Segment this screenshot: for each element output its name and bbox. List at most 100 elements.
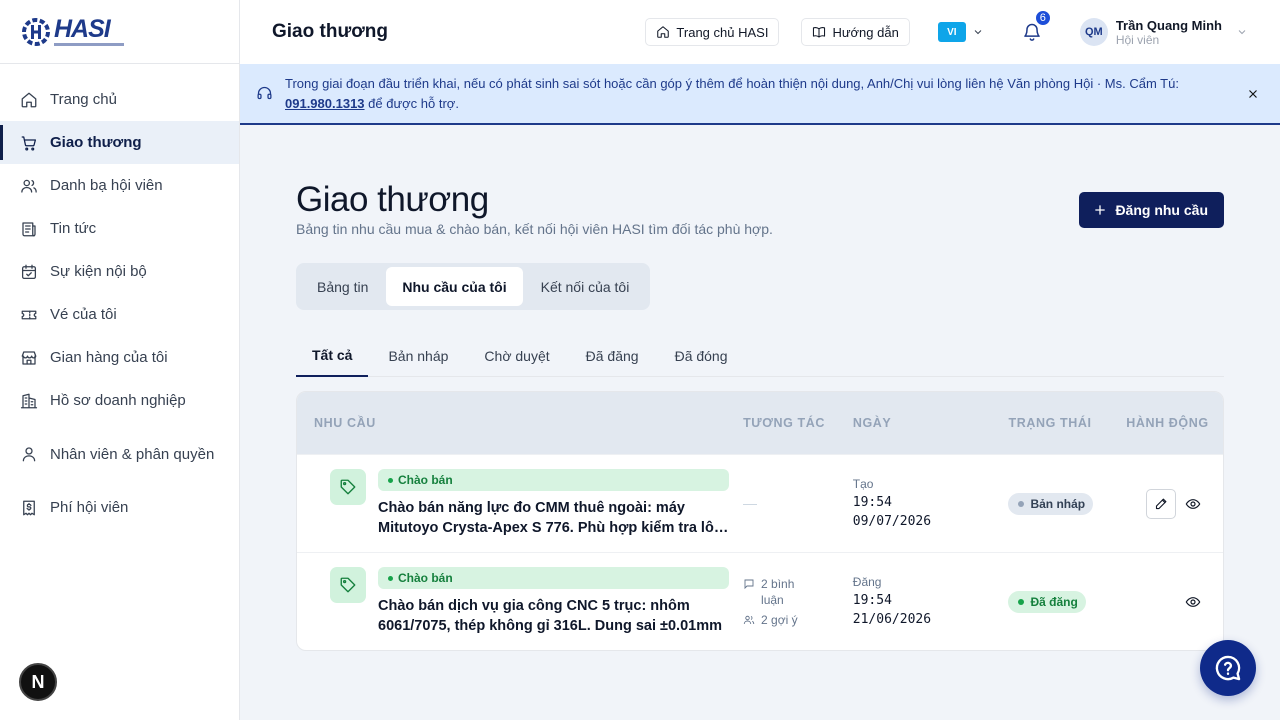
support-phone-link[interactable]: 091.980.1313 — [285, 96, 365, 111]
sidebar-item-news[interactable]: Tin tức — [0, 207, 239, 250]
users-icon — [21, 179, 37, 193]
eye-icon — [1185, 596, 1201, 607]
home-icon — [21, 92, 37, 107]
suggestions-count: 2 gợi ý — [743, 612, 853, 628]
sidebar-item-label: Tin tức — [50, 220, 97, 237]
table-row[interactable]: Chào bán Chào bán năng lực đo CMM thuê n… — [297, 454, 1223, 552]
notification-count-badge: 6 — [1033, 9, 1052, 27]
book-icon — [813, 27, 826, 38]
column-header-demand: Nhu cầu — [314, 416, 376, 430]
n-app-badge[interactable]: N — [19, 663, 57, 701]
hasi-logo[interactable]: HASI — [22, 14, 124, 46]
support-banner: Trong giai đoạn đầu triển khai, nếu có p… — [240, 64, 1280, 125]
time-value: 19:54 — [852, 593, 892, 608]
demand-title[interactable]: Chào bán dịch vụ gia công CNC 5 trục: nh… — [378, 596, 729, 636]
logo-text: HASI — [54, 14, 111, 43]
help-chat-icon — [1215, 655, 1241, 681]
sidebar-item-member-directory[interactable]: Danh bạ hội viên — [0, 164, 239, 207]
sidebar-item-my-store[interactable]: Gian hàng của tôi — [0, 336, 239, 379]
sidebar: HASI Trang chủ Giao thương Danh bạ hội v… — [0, 0, 240, 720]
sidebar-item-label: Hồ sơ doanh nghiệp — [50, 392, 186, 409]
demands-table: Nhu cầu Tương tác Ngày Trạng thái Hành đ… — [296, 391, 1224, 651]
sidebar-item-label: Trang chủ — [50, 91, 117, 108]
no-interaction-dash: — — [743, 494, 758, 511]
tag-icon — [340, 479, 356, 495]
demand-type-badge: Chào bán — [378, 567, 729, 589]
column-header-actions: Hành động — [1126, 416, 1209, 430]
segment-my-demands[interactable]: Nhu cầu của tôi — [386, 267, 523, 306]
language-code: VI — [937, 22, 966, 42]
pencil-icon — [1155, 498, 1166, 510]
user-icon — [22, 447, 36, 462]
post-demand-button[interactable]: Đăng nhu cầu — [1079, 192, 1224, 228]
table-row[interactable]: Chào bán Chào bán dịch vụ gia công CNC 5… — [297, 552, 1223, 650]
tab-pending[interactable]: Chờ duyệt — [468, 335, 565, 377]
tab-draft[interactable]: Bản nháp — [372, 335, 464, 377]
sidebar-nav: Trang chủ Giao thương Danh bạ hội viên T… — [0, 64, 239, 529]
cart-icon — [21, 135, 37, 151]
top-header: Giao thương Trang chủ HASI Hướng dẫn VI … — [240, 0, 1280, 64]
tab-closed[interactable]: Đã đóng — [659, 335, 744, 377]
table-header: Nhu cầu Tương tác Ngày Trạng thái Hành đ… — [297, 392, 1223, 454]
sidebar-item-staff-permissions[interactable]: Nhân viên & phân quyền — [0, 422, 239, 486]
guide-button[interactable]: Hướng dẫn — [801, 18, 910, 46]
comment-icon — [744, 579, 754, 589]
segment-feed[interactable]: Bảng tin — [301, 267, 384, 306]
avatar: QM — [1079, 18, 1108, 46]
sidebar-item-trade[interactable]: Giao thương — [0, 121, 239, 164]
view-button[interactable] — [1185, 594, 1201, 610]
sidebar-item-label: Gian hàng của tôi — [50, 349, 168, 366]
sidebar-item-home[interactable]: Trang chủ — [0, 78, 239, 121]
headset-icon — [257, 86, 272, 100]
language-selector[interactable]: VI — [937, 22, 984, 42]
chevron-down-icon — [974, 30, 982, 35]
plus-icon — [1095, 205, 1106, 215]
close-icon — [1249, 89, 1257, 98]
sidebar-item-label: Danh bạ hội viên — [50, 177, 163, 194]
date-value: 21/06/2026 — [852, 612, 932, 627]
store-icon — [21, 350, 37, 365]
sidebar-item-internal-events[interactable]: Sự kiện nội bộ — [0, 250, 239, 293]
chevron-down-icon — [1238, 30, 1246, 35]
user-menu[interactable]: QM Trần Quang Minh Hội viên — [1079, 18, 1248, 47]
status-badge: Đã đăng — [1008, 590, 1086, 613]
hasi-home-button[interactable]: Trang chủ HASI — [645, 18, 780, 46]
tab-all[interactable]: Tất cả — [296, 335, 369, 377]
tag-icon-tile — [330, 567, 366, 603]
page-subtitle: Bảng tin nhu cầu mua & chào bán, kết nối… — [296, 221, 773, 237]
guide-button-label: Hướng dẫn — [832, 24, 899, 40]
sidebar-item-label: Sự kiện nội bộ — [50, 263, 147, 280]
date-label: Đăng — [852, 575, 882, 589]
sidebar-item-label: Giao thương — [50, 134, 142, 151]
segment-my-connections[interactable]: Kết nối của tôi — [525, 267, 646, 306]
notification-bell[interactable]: 6 — [1022, 9, 1052, 44]
banner-close-button[interactable] — [1246, 87, 1260, 101]
help-chat-button[interactable] — [1200, 640, 1256, 696]
home-icon — [657, 26, 670, 38]
sidebar-item-membership-fee[interactable]: Phí hội viên — [0, 486, 239, 529]
user-role: Hội viên — [1115, 32, 1160, 47]
tab-published[interactable]: Đã đăng — [570, 335, 655, 377]
comments-count: 2 bình luận — [743, 576, 853, 608]
status-badge: Bản nháp — [1008, 492, 1094, 515]
sidebar-item-label: Nhân viên & phân quyền — [50, 445, 215, 463]
banner-text: Trong giai đoạn đầu triển khai, nếu có p… — [285, 75, 1179, 111]
column-header-interaction: Tương tác — [743, 416, 826, 430]
edit-button[interactable] — [1146, 488, 1176, 519]
sidebar-item-company-profile[interactable]: Hồ sơ doanh nghiệp — [0, 379, 239, 422]
ticket-icon — [21, 310, 37, 319]
date-label: Tạo — [852, 477, 874, 491]
status-tabs: Tất cả Bản nháp Chờ duyệt Đã đăng Đã đón… — [296, 335, 1224, 377]
column-header-date: Ngày — [852, 416, 892, 430]
sidebar-item-my-tickets[interactable]: Vé của tôi — [0, 293, 239, 336]
demand-type-badge: Chào bán — [378, 469, 729, 491]
view-segmented-control: Bảng tin Nhu cầu của tôi Kết nối của tôi — [296, 263, 651, 310]
time-value: 19:54 — [852, 495, 892, 510]
view-button[interactable] — [1185, 496, 1201, 512]
building-icon — [20, 393, 38, 408]
calendar-icon — [21, 264, 37, 279]
receipt-icon — [23, 500, 35, 515]
demand-title[interactable]: Chào bán năng lực đo CMM thuê ngoài: máy… — [378, 498, 729, 538]
logo-tagline-bar — [54, 42, 124, 46]
page-title: Giao thương — [296, 180, 489, 219]
